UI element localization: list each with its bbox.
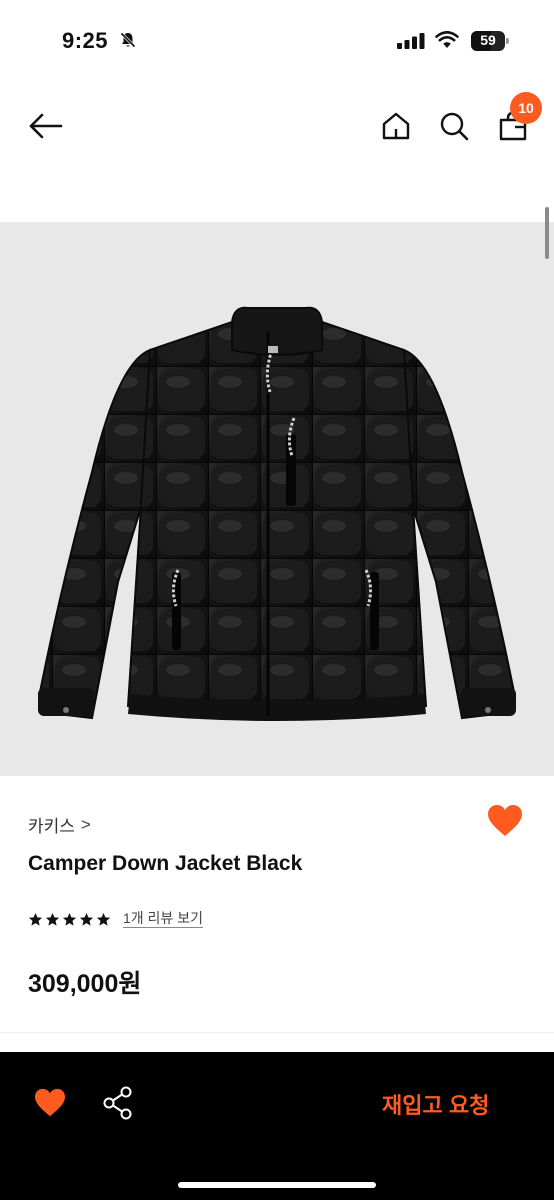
review-link[interactable]: 1개 리뷰 보기 bbox=[123, 910, 203, 928]
product-title: Camper Down Jacket Black bbox=[28, 852, 303, 875]
star-icon bbox=[79, 912, 94, 926]
wifi-icon bbox=[435, 31, 459, 54]
bottom-action-bar: 재입고 요청 bbox=[0, 1052, 554, 1200]
brand-link[interactable]: 카키스 > bbox=[28, 812, 91, 837]
restock-request-button[interactable]: 재입고 요청 bbox=[382, 1088, 489, 1120]
star-rating bbox=[28, 912, 111, 927]
silent-bell-icon bbox=[119, 31, 137, 54]
status-bar: 9:25 59 bbox=[0, 0, 554, 80]
heart-icon bbox=[35, 1088, 65, 1117]
chevron-right-icon: > bbox=[80, 814, 91, 834]
star-icon bbox=[45, 912, 60, 926]
top-nav bbox=[0, 90, 554, 160]
heart-icon bbox=[488, 805, 522, 836]
scroll-indicator[interactable] bbox=[545, 207, 549, 259]
share-button[interactable] bbox=[102, 1086, 134, 1125]
cellular-signal-icon bbox=[397, 33, 425, 54]
home-icon bbox=[382, 112, 410, 140]
cart-count-badge: 10 bbox=[510, 92, 542, 124]
jacket-photo bbox=[38, 306, 516, 721]
star-icon bbox=[96, 912, 111, 926]
back-button[interactable] bbox=[26, 106, 66, 146]
star-icon bbox=[62, 912, 77, 926]
product-price: 309,000원 bbox=[28, 970, 142, 998]
star-icon bbox=[28, 912, 43, 926]
rating-row: 1개 리뷰 보기 bbox=[28, 910, 203, 928]
wishlist-button[interactable] bbox=[487, 804, 523, 843]
brand-name: 카키스 bbox=[28, 817, 75, 836]
battery-icon: 59 bbox=[471, 31, 509, 51]
status-time: 9:25 bbox=[62, 28, 109, 53]
battery-percent: 59 bbox=[480, 32, 496, 48]
search-icon bbox=[440, 112, 469, 141]
home-button[interactable] bbox=[376, 106, 416, 146]
back-arrow-icon bbox=[29, 113, 63, 139]
product-image[interactable] bbox=[0, 222, 554, 776]
bottom-wishlist-button[interactable] bbox=[34, 1088, 66, 1123]
home-indicator[interactable] bbox=[178, 1182, 376, 1188]
search-button[interactable] bbox=[434, 106, 474, 146]
share-icon bbox=[103, 1086, 132, 1120]
divider bbox=[0, 1032, 554, 1033]
